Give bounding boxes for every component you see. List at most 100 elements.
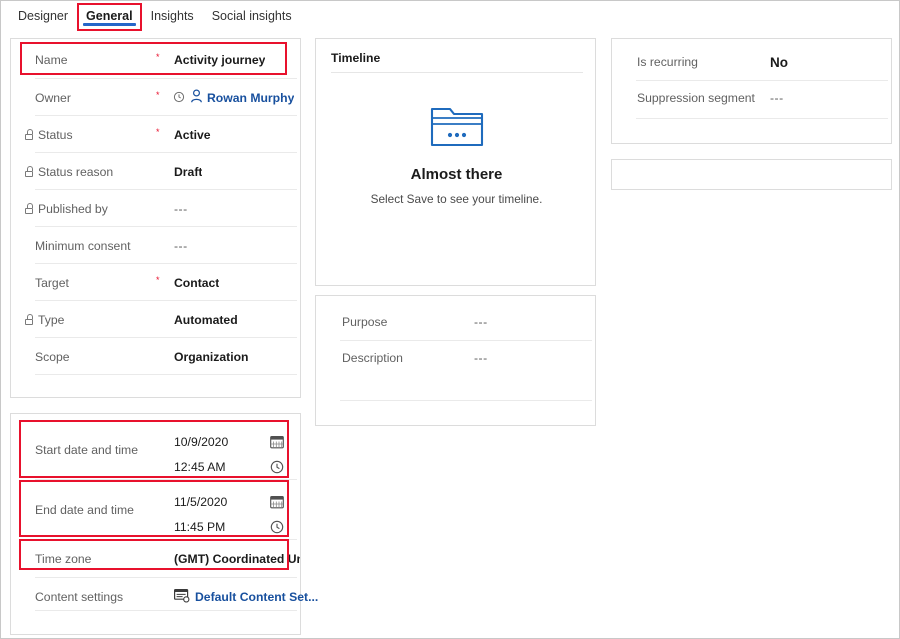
tab-designer[interactable]: Designer — [9, 2, 77, 31]
field-status-label: Status — [25, 128, 73, 142]
field-published-by-value: --- — [174, 201, 188, 216]
field-suppression-segment-label: Suppression segment — [637, 91, 755, 105]
tab-designer-label: Designer — [18, 8, 69, 23]
field-status-reason-value: Draft — [174, 164, 203, 179]
field-name-value: Activity journey — [174, 52, 266, 67]
start-time-row[interactable]: 12:45 AM — [174, 454, 284, 479]
tab-strip: Designer General Insights Social insight… — [1, 1, 899, 31]
lock-icon — [25, 166, 34, 177]
end-time-value: 11:45 PM — [174, 519, 226, 534]
field-content-settings-label: Content settings — [35, 589, 124, 604]
field-start-date-time[interactable]: Start date and time 10/9/2020 12:45 AM — [25, 420, 287, 478]
field-target-required: * — [156, 275, 160, 285]
schedule-card: Start date and time 10/9/2020 12:45 AM E… — [10, 413, 318, 635]
calendar-icon[interactable] — [270, 495, 284, 509]
timeline-empty-title: Almost there — [410, 166, 503, 183]
tab-insights[interactable]: Insights — [142, 2, 203, 31]
field-owner[interactable]: Owner * Rowan Murphy — [25, 79, 294, 116]
field-time-zone-label: Time zone — [35, 551, 92, 566]
journey-general-page: Designer General Insights Social insight… — [0, 0, 900, 639]
end-date-time-values: 11/5/2020 11:45 PM — [174, 489, 284, 539]
timeline-title: Timeline — [331, 51, 381, 65]
field-content-settings-value[interactable]: Default Content Set... — [195, 590, 318, 604]
calendar-icon[interactable] — [270, 435, 284, 449]
tab-general[interactable]: General — [77, 2, 142, 31]
field-purpose-label: Purpose — [342, 315, 388, 329]
field-description[interactable]: Description --- — [330, 341, 582, 375]
field-is-recurring-label: Is recurring — [637, 55, 698, 69]
field-status-reason-label-text: Status reason — [38, 164, 114, 179]
presence-icon — [173, 90, 185, 108]
person-icon — [190, 89, 203, 108]
field-published-by-label-text: Published by — [38, 201, 108, 216]
lock-icon — [25, 203, 34, 214]
clock-icon[interactable] — [270, 460, 284, 474]
field-owner-value[interactable]: Rowan Murphy — [207, 91, 294, 105]
field-minimum-consent-value: --- — [174, 238, 188, 253]
end-date-value: 11/5/2020 — [174, 494, 228, 509]
divider — [340, 400, 592, 401]
field-end-date-time[interactable]: End date and time 11/5/2020 11:45 PM — [25, 480, 287, 538]
field-status-value: Active — [174, 127, 211, 142]
field-time-zone[interactable]: Time zone (GMT) Coordinated Universal Ti… — [25, 540, 300, 577]
field-suppression-segment[interactable]: Suppression segment --- — [626, 81, 878, 115]
field-scope[interactable]: Scope Organization — [25, 338, 287, 375]
field-published-by[interactable]: Published by --- — [25, 190, 287, 227]
start-date-value: 10/9/2020 — [174, 434, 229, 449]
field-time-zone-value: (GMT) Coordinated Universal Time — [174, 551, 300, 566]
field-status[interactable]: Status * Active — [25, 116, 287, 153]
field-description-value: --- — [474, 351, 488, 365]
recurrence-card: Is recurring No Suppression segment --- — [611, 38, 892, 144]
field-status-required: * — [156, 127, 160, 137]
divider — [35, 610, 297, 611]
field-target-value: Contact — [174, 275, 220, 290]
field-owner-label: Owner — [35, 90, 71, 105]
start-date-row[interactable]: 10/9/2020 — [174, 429, 284, 454]
field-is-recurring-value: No — [770, 54, 788, 70]
start-time-value: 12:45 AM — [174, 459, 226, 474]
field-type-label-text: Type — [38, 312, 65, 327]
field-end-date-time-label: End date and time — [35, 503, 134, 517]
journey-details-card: Name * Activity journey Owner * Rowan Mu… — [10, 38, 301, 398]
field-description-label: Description — [342, 351, 403, 365]
tab-social-insights-label: Social insights — [211, 8, 292, 23]
tab-insights-label: Insights — [150, 8, 194, 23]
field-purpose[interactable]: Purpose --- — [330, 305, 582, 339]
purpose-description-card: Purpose --- Description --- — [315, 295, 596, 426]
field-minimum-consent-label: Minimum consent — [35, 238, 131, 253]
field-scope-value: Organization — [174, 349, 249, 364]
field-is-recurring[interactable]: Is recurring No — [626, 45, 878, 79]
field-suppression-segment-value: --- — [770, 91, 784, 105]
field-name[interactable]: Name * Activity journey — [25, 41, 287, 78]
content-settings-icon — [174, 589, 190, 608]
timeline-empty-state: Almost there Select Save to see your tim… — [316, 97, 597, 206]
timeline-rule — [331, 72, 583, 73]
field-start-date-time-label: Start date and time — [35, 443, 138, 457]
field-type-value: Automated — [174, 312, 238, 327]
end-time-row[interactable]: 11:45 PM — [174, 514, 284, 539]
clock-icon[interactable] — [270, 520, 284, 534]
field-status-reason-label: Status reason — [25, 165, 113, 179]
lock-icon — [25, 129, 34, 140]
end-date-row[interactable]: 11/5/2020 — [174, 489, 284, 514]
field-type-label: Type — [25, 313, 64, 327]
field-target-label: Target — [35, 275, 69, 290]
field-owner-required: * — [156, 90, 160, 100]
empty-card — [611, 159, 892, 190]
field-status-label-text: Status — [38, 127, 73, 142]
tab-general-label: General — [86, 8, 133, 23]
field-target[interactable]: Target * Contact — [25, 264, 287, 301]
field-status-reason[interactable]: Status reason Draft — [25, 153, 287, 190]
start-date-time-values: 10/9/2020 12:45 AM — [174, 429, 284, 479]
field-minimum-consent[interactable]: Minimum consent --- — [25, 227, 287, 264]
field-name-required: * — [156, 52, 160, 62]
field-name-label: Name — [35, 52, 68, 67]
field-type[interactable]: Type Automated — [25, 301, 287, 338]
divider — [35, 374, 297, 375]
field-purpose-value: --- — [474, 315, 488, 329]
timeline-empty-subtitle: Select Save to see your timeline. — [370, 192, 543, 206]
field-published-by-label: Published by — [25, 202, 108, 216]
folder-icon — [428, 107, 486, 153]
tab-social-insights[interactable]: Social insights — [203, 2, 301, 31]
lock-icon — [25, 314, 34, 325]
